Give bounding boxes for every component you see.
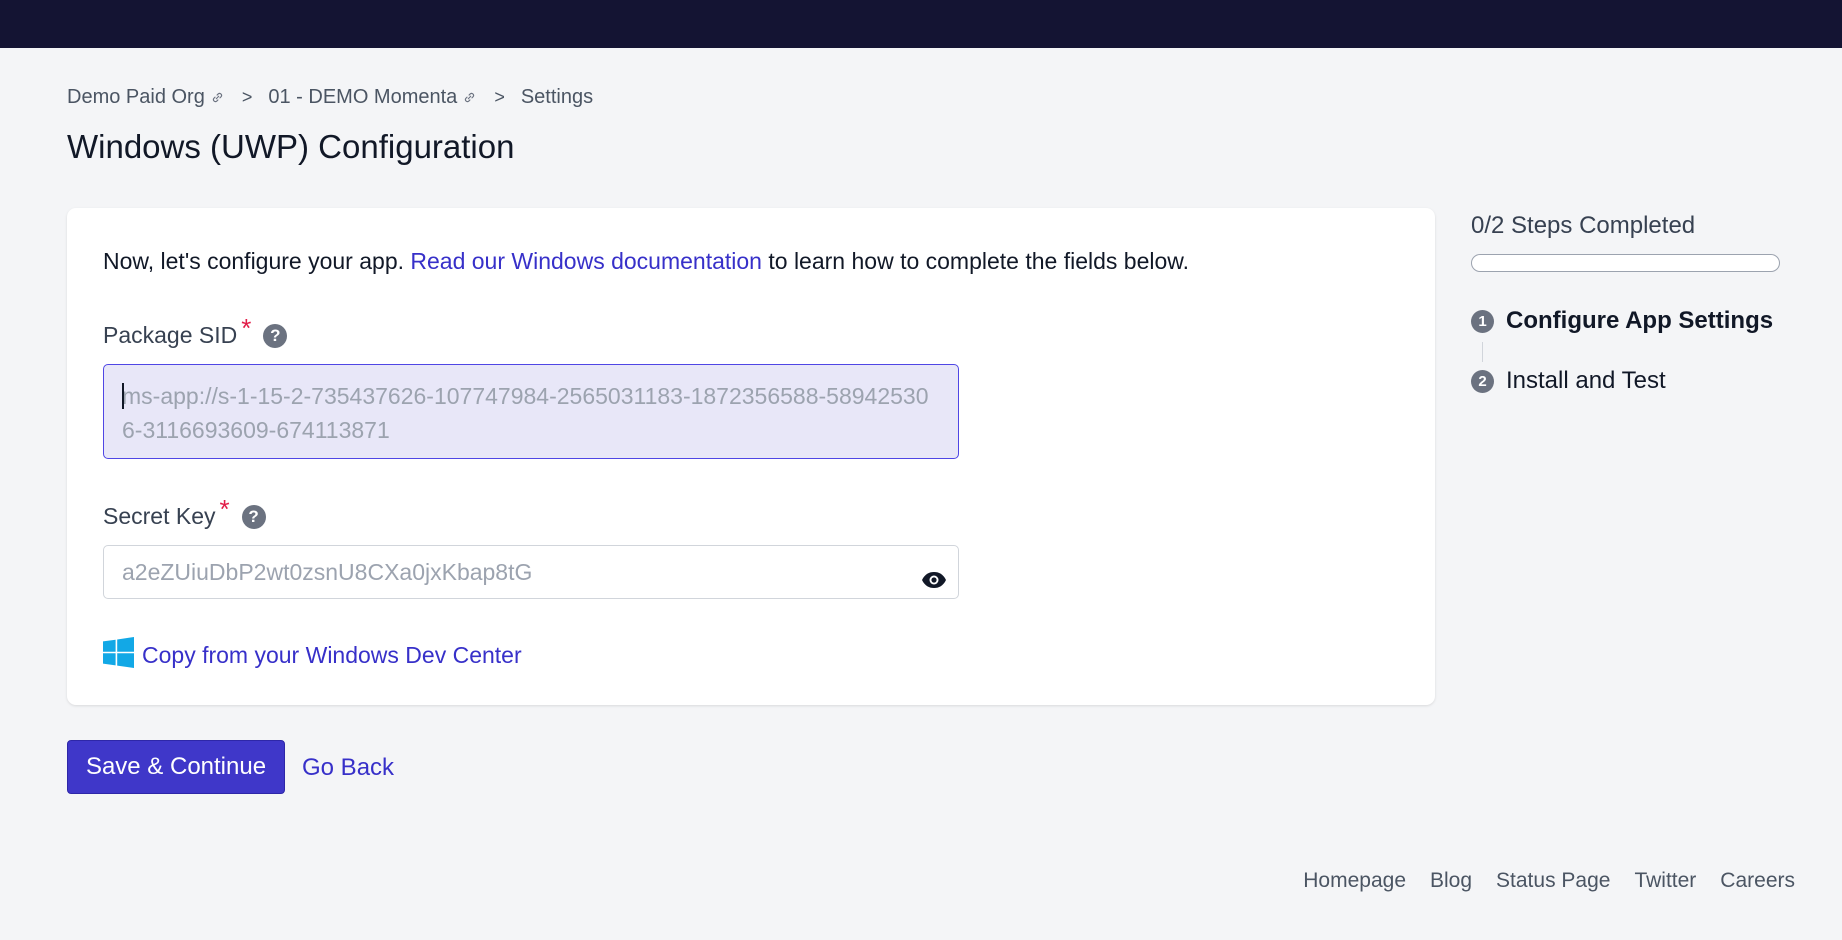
windows-dev-center-link[interactable]: Copy from your Windows Dev Center <box>103 637 522 674</box>
steps-summary: 0/2 Steps Completed <box>1471 212 1696 239</box>
breadcrumb-app-label: 01 - DEMO Momenta <box>268 86 458 108</box>
save-and-continue-button[interactable]: Save & Continue <box>67 740 285 794</box>
help-icon[interactable]: ? <box>241 504 266 529</box>
step-number-badge: 1 <box>1471 309 1494 333</box>
windows-dev-center-label: Copy from your Windows Dev Center <box>142 642 522 668</box>
link-icon <box>211 91 224 104</box>
breadcrumb-org-label: Demo Paid Org <box>67 86 205 108</box>
step-connector-line <box>1482 342 1483 362</box>
breadcrumb-item-org[interactable]: Demo Paid Org <box>67 86 224 109</box>
text-cursor <box>122 382 124 409</box>
footer-links: Homepage Blog Status Page Twitter Career… <box>1303 869 1795 893</box>
secret-key-input[interactable]: a2eZUiuDbP2wt0zsnU8CXa0jxKbap8tG <box>103 545 959 599</box>
breadcrumb-item-app[interactable]: 01 - DEMO Momenta <box>268 86 476 109</box>
required-marker: * <box>241 313 252 343</box>
top-navigation-bar <box>0 0 1842 48</box>
show-password-eye-icon[interactable] <box>920 559 948 588</box>
step-configure-app-settings[interactable]: 1 Configure App Settings <box>1471 307 1773 335</box>
footer-link-twitter[interactable]: Twitter <box>1634 869 1696 893</box>
secret-key-placeholder: a2eZUiuDbP2wt0zsnU8CXa0jxKbap8tG <box>122 559 533 585</box>
required-marker: * <box>219 494 230 524</box>
breadcrumb-separator: > <box>241 87 253 107</box>
step-number-badge: 2 <box>1471 369 1494 393</box>
breadcrumb-separator: > <box>494 87 505 107</box>
package-sid-label-row: Package SID * ? <box>103 313 288 351</box>
intro-text-before: Now, let's configure your app. <box>103 248 411 274</box>
footer-link-homepage[interactable]: Homepage <box>1303 869 1406 893</box>
package-sid-placeholder: ms-app://s-1-15-2-735437626-107747984-25… <box>122 383 929 443</box>
footer-link-careers[interactable]: Careers <box>1720 869 1795 893</box>
breadcrumb: Demo Paid Org > 01 - DEMO Momenta > Sett… <box>67 86 593 109</box>
go-back-link[interactable]: Go Back <box>302 754 394 782</box>
step-label: Configure App Settings <box>1506 307 1774 334</box>
footer-link-blog[interactable]: Blog <box>1430 869 1472 893</box>
secret-key-label: Secret Key <box>103 503 216 529</box>
secret-key-label-row: Secret Key * ? <box>103 494 266 532</box>
windows-documentation-link[interactable]: Read our Windows documentation <box>410 248 762 274</box>
configuration-card: Now, let's configure your app. Read our … <box>67 208 1435 705</box>
package-sid-label: Package SID <box>103 322 238 348</box>
windows-logo-icon <box>103 637 134 674</box>
breadcrumb-settings-label: Settings <box>520 86 594 108</box>
steps-progress-bar <box>1471 254 1780 272</box>
footer-link-status-page[interactable]: Status Page <box>1496 869 1610 893</box>
step-label: Install and Test <box>1506 367 1666 394</box>
link-icon <box>463 91 476 104</box>
breadcrumb-item-settings: Settings <box>521 86 593 109</box>
intro-text-after: to learn how to complete the fields belo… <box>761 248 1190 274</box>
page-title: Windows (UWP) Configuration <box>67 128 515 165</box>
help-icon[interactable]: ? <box>263 323 288 348</box>
package-sid-input[interactable]: ms-app://s-1-15-2-735437626-107747984-25… <box>103 364 959 459</box>
step-install-and-test[interactable]: 2 Install and Test <box>1471 367 1666 395</box>
intro-text: Now, let's configure your app. Read our … <box>103 248 1189 275</box>
